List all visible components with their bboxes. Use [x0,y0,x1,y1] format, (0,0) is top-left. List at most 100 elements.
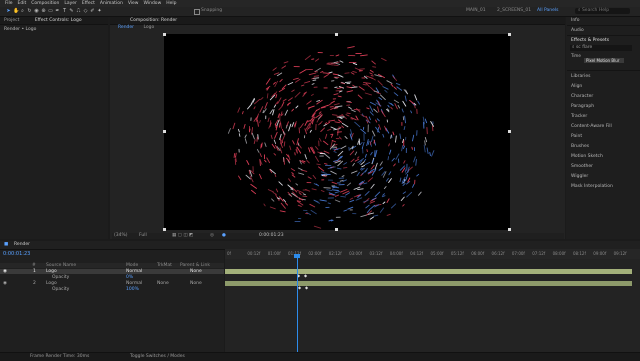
menu-effect[interactable]: Effect [82,0,95,7]
effect-item-pixel-motion-blur[interactable]: Pixel Motion Blur [584,58,624,63]
table-row[interactable]: ◉ 2 Logo Normal None None [0,281,224,286]
particle-streak [379,98,382,100]
eye-icon[interactable]: ◉ [3,269,7,274]
particle-streak [350,198,353,199]
transform-handle[interactable] [163,33,166,36]
puppet-tool-icon[interactable]: ✦ [97,8,102,14]
zoom-tool-icon[interactable]: ⌕ [20,8,25,14]
effects-search-input[interactable]: ⌕ sc flare [570,45,632,51]
zoom-dropdown[interactable]: (34%) [114,233,128,239]
selection-tool-icon[interactable]: ➤ [6,8,11,14]
layer-name[interactable]: Logo [46,269,57,274]
panel-motion-sketch[interactable]: Motion Sketch [571,154,603,159]
table-row[interactable]: Opacity 0% [0,275,224,280]
layer-parent-dropdown[interactable]: None [190,269,202,274]
hand-tool-icon[interactable]: ✋ [13,8,18,14]
keyframe-icon[interactable]: ◆ [305,285,308,290]
layer-name[interactable]: Logo [46,281,57,286]
close-icon[interactable]: ■ [4,242,8,247]
rectangle-tool-icon[interactable]: ▭ [48,8,53,14]
resolution-dropdown[interactable]: Full [139,233,147,239]
breadcrumb-render[interactable]: Render [118,25,134,30]
menu-animation[interactable]: Animation [100,0,123,7]
table-row[interactable]: ◉ 1 Logo Normal None [0,269,224,274]
transform-handle[interactable] [163,228,166,231]
pen-tool-icon[interactable]: ✒ [55,8,60,14]
particle-streak [238,108,240,113]
property-value[interactable]: 0% [126,275,133,280]
tab-project[interactable]: Project [4,18,19,23]
transform-handle[interactable] [335,228,338,231]
transform-handle[interactable] [508,33,511,36]
workspace-all-panels[interactable]: All Panels [537,8,559,14]
eraser-tool-icon[interactable]: ◇ [83,8,88,14]
time-ruler[interactable]: 0f00:12f01:00f01:12f02:00f02:12f03:00f03… [225,249,640,259]
panel-tracker[interactable]: Tracker [571,114,587,119]
comp-timecode[interactable]: 0:00:01:23 [259,233,284,239]
menu-help[interactable]: Help [166,0,176,7]
layer-mode-dropdown[interactable]: Normal [126,281,142,286]
layer-trkmat-dropdown[interactable]: None [157,281,169,286]
particle-streak [289,179,291,182]
search-help-input[interactable]: ⌕ Search Help [575,8,630,14]
camera-snapshot-icon[interactable]: ◎ [210,233,214,239]
clone-stamp-tool-icon[interactable]: ⎍ [76,8,81,14]
panel-paragraph[interactable]: Paragraph [571,104,594,109]
timeline-tab-render[interactable]: Render [14,242,30,247]
playhead-handle[interactable] [294,254,300,258]
panel-character[interactable]: Character [571,94,593,99]
transform-handle[interactable] [508,228,511,231]
layer-bar[interactable] [225,281,632,286]
panel-info[interactable]: Info [571,18,580,23]
panel-paint[interactable]: Paint [571,134,582,139]
composition-viewer[interactable] [164,34,510,230]
transform-handle[interactable] [335,33,338,36]
menu-composition[interactable]: Composition [31,0,59,7]
table-row[interactable]: Opacity 100% [0,287,224,292]
layer-parent-dropdown[interactable]: None [190,281,202,286]
property-value[interactable]: 100% [126,287,139,292]
eye-icon[interactable]: ◉ [3,281,7,286]
breadcrumb-logo[interactable]: Logo [143,25,154,30]
timeline-track-area[interactable] [225,250,640,352]
transform-handle[interactable] [163,130,166,133]
show-channel-icon[interactable]: ● [222,233,226,239]
particle-streak [313,175,316,178]
grid-icon[interactable]: ▦ ▢ ◫ ◩ [172,233,193,239]
keyframe-icon[interactable]: ◆ [298,285,301,290]
particle-streak [368,178,372,182]
tab-composition[interactable]: Composition: Render [130,18,177,23]
pan-behind-tool-icon[interactable]: ⊕ [41,8,46,14]
panel-smoother[interactable]: Smoother [571,164,593,169]
layer-bar-selected[interactable] [225,269,632,274]
menu-view[interactable]: View [128,0,139,7]
panel-wiggler[interactable]: Wiggler [571,174,588,179]
panel-align[interactable]: Align [571,84,582,89]
particle-streak [371,152,373,155]
panel-audio[interactable]: Audio [571,28,584,33]
snapping-checkbox[interactable] [194,9,200,15]
effect-group-time[interactable]: Time [571,53,581,58]
tab-effect-controls[interactable]: Effect Controls: Logo [35,18,82,23]
layer-mode-dropdown[interactable]: Normal [126,269,142,274]
current-time-indicator[interactable] [297,254,298,352]
timeline-timecode[interactable]: 0:00:01:23 [3,251,30,257]
panel-effects-presets[interactable]: Effects & Presets [571,38,609,43]
camera-tool-icon[interactable]: ◉ [34,8,39,14]
rotate-tool-icon[interactable]: ↻ [27,8,32,14]
panel-libraries[interactable]: Libraries [571,74,590,79]
type-tool-icon[interactable]: T [62,8,67,14]
menu-file[interactable]: File [5,0,13,7]
menu-layer[interactable]: Layer [64,0,77,7]
brush-tool-icon[interactable]: ✎ [69,8,74,14]
panel-mask-interpolation[interactable]: Mask Interpolation [571,184,613,189]
workspace-2-screens[interactable]: 2_SCREENS_01 [497,8,531,14]
panel-content-aware-fill[interactable]: Content-Aware Fill [571,124,612,129]
menu-window[interactable]: Window [144,0,162,7]
menu-edit[interactable]: Edit [18,0,27,7]
workspace-main[interactable]: MAIN_01 [466,8,486,14]
roto-brush-tool-icon[interactable]: ✐ [90,8,95,14]
transform-handle[interactable] [508,130,511,133]
panel-brushes[interactable]: Brushes [571,144,589,149]
keyframe-icon[interactable]: ◆ [304,273,307,278]
